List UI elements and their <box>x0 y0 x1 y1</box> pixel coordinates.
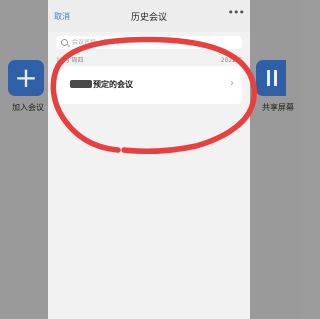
more-horizontal-icon[interactable]: ••• <box>228 6 245 19</box>
search-input[interactable] <box>72 39 232 46</box>
history-meetings-sheet: 取消 历史会议 ••• 12月 周四 2022年 预定的会议 › <box>48 0 250 319</box>
meeting-list-item[interactable]: 预定的会议 › <box>56 66 242 104</box>
section-date: 12月 周四 <box>56 57 84 64</box>
chevron-right-icon: › <box>230 78 234 89</box>
redacted-name <box>70 80 92 88</box>
search-icon <box>61 39 68 46</box>
search-bar[interactable] <box>56 36 242 49</box>
share-screen-label: 共享屏幕 <box>262 103 294 112</box>
share-screen-icon <box>267 70 277 86</box>
date-section-header: 12月 周四 2022年 <box>56 55 242 65</box>
share-screen-button[interactable] <box>256 60 286 96</box>
plus-icon: + <box>14 61 38 94</box>
section-year: 2022年 <box>220 57 242 64</box>
join-meeting-label: 加入会议 <box>12 103 44 112</box>
meeting-title: 预定的会议 <box>70 79 133 90</box>
page-title: 历史会议 <box>130 13 167 23</box>
sheet-header: 取消 历史会议 ••• <box>48 0 250 32</box>
join-meeting-button[interactable]: + <box>8 60 44 96</box>
meeting-title-suffix: 预定的会议 <box>93 80 133 89</box>
